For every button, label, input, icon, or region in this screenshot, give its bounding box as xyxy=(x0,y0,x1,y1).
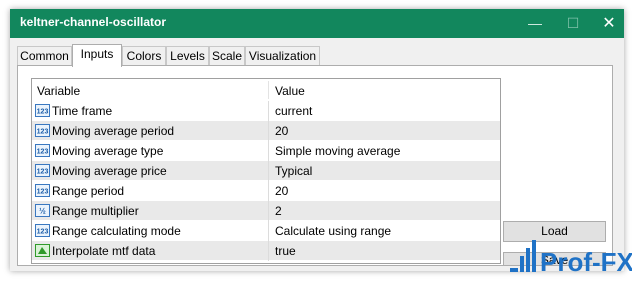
variable-value[interactable]: 20 xyxy=(275,184,288,198)
svg-text:123: 123 xyxy=(37,189,49,196)
table-row[interactable]: 123 Time frame current xyxy=(32,101,500,121)
table-row[interactable]: 123 Moving average price Typical xyxy=(32,161,500,181)
variable-value[interactable]: Calculate using range xyxy=(275,224,391,238)
number-123-icon: 123 xyxy=(35,104,50,117)
svg-text:123: 123 xyxy=(37,149,49,156)
variable-name: Moving average period xyxy=(52,124,175,138)
column-divider xyxy=(268,121,269,141)
column-divider xyxy=(268,181,269,201)
maximize-button[interactable]: ☐ xyxy=(554,9,592,38)
column-divider xyxy=(268,161,269,181)
header-value[interactable]: Value xyxy=(275,84,305,98)
window-title: keltner-channel-oscillator xyxy=(20,15,167,29)
title-bar[interactable]: keltner-channel-oscillator — ☐ ✕ xyxy=(10,9,624,38)
tab-common[interactable]: Common xyxy=(17,46,72,65)
column-divider xyxy=(268,141,269,161)
column-divider xyxy=(268,241,269,261)
svg-text:123: 123 xyxy=(37,169,49,176)
tab-inputs[interactable]: Inputs xyxy=(72,44,122,67)
variable-name: Time frame xyxy=(52,104,113,118)
tab-scale[interactable]: Scale xyxy=(209,46,245,65)
svg-text:½: ½ xyxy=(39,207,46,216)
number-123-icon: 123 xyxy=(35,144,50,157)
variable-name: Interpolate mtf data xyxy=(52,244,156,258)
inputs-panel: Variable Value 123 Time frame current 12… xyxy=(17,65,613,266)
fraction-half-icon: ½ xyxy=(35,204,50,217)
watermark-text: Prof-FX xyxy=(540,247,632,277)
grid-header: Variable Value xyxy=(32,79,500,102)
dialog-window: keltner-channel-oscillator — ☐ ✕ Common … xyxy=(10,9,624,271)
variable-name: Moving average price xyxy=(52,164,167,178)
variable-value[interactable]: Simple moving average xyxy=(275,144,400,158)
table-row[interactable]: 123 Moving average type Simple moving av… xyxy=(32,141,500,161)
variable-name: Range period xyxy=(52,184,125,198)
tab-levels[interactable]: Levels xyxy=(166,46,209,65)
variable-value[interactable]: true xyxy=(275,244,296,258)
variable-name: Range multiplier xyxy=(52,204,139,218)
tab-visualization[interactable]: Visualization xyxy=(245,46,320,65)
table-row[interactable]: 123 Range calculating mode Calculate usi… xyxy=(32,221,500,241)
svg-text:123: 123 xyxy=(37,229,49,236)
number-123-icon: 123 xyxy=(35,124,50,137)
variable-value[interactable]: current xyxy=(275,104,312,118)
variable-value[interactable]: 20 xyxy=(275,124,288,138)
table-row[interactable]: 123 Range period 20 xyxy=(32,181,500,201)
svg-text:123: 123 xyxy=(37,109,49,116)
boolean-green-icon xyxy=(35,244,50,257)
svg-text:123: 123 xyxy=(37,129,49,136)
table-row[interactable]: ½ Range multiplier 2 xyxy=(32,201,500,221)
number-123-icon: 123 xyxy=(35,224,50,237)
number-123-icon: 123 xyxy=(35,164,50,177)
header-divider[interactable] xyxy=(268,81,269,99)
variable-value[interactable]: 2 xyxy=(275,204,282,218)
header-variable[interactable]: Variable xyxy=(37,84,80,98)
table-row[interactable]: Interpolate mtf data true xyxy=(32,241,500,261)
number-123-icon: 123 xyxy=(35,184,50,197)
column-divider xyxy=(268,201,269,221)
variable-name: Moving average type xyxy=(52,144,164,158)
column-divider xyxy=(268,101,269,121)
close-button[interactable]: ✕ xyxy=(590,9,628,38)
table-row[interactable]: 123 Moving average period 20 xyxy=(32,121,500,141)
column-divider xyxy=(268,221,269,241)
minimize-button[interactable]: — xyxy=(516,9,554,38)
inputs-grid: Variable Value 123 Time frame current 12… xyxy=(31,78,501,264)
tab-colors[interactable]: Colors xyxy=(122,46,166,65)
variable-value[interactable]: Typical xyxy=(275,164,312,178)
variable-name: Range calculating mode xyxy=(52,224,181,238)
prof-fx-watermark-logo: Prof-FX xyxy=(510,240,632,277)
